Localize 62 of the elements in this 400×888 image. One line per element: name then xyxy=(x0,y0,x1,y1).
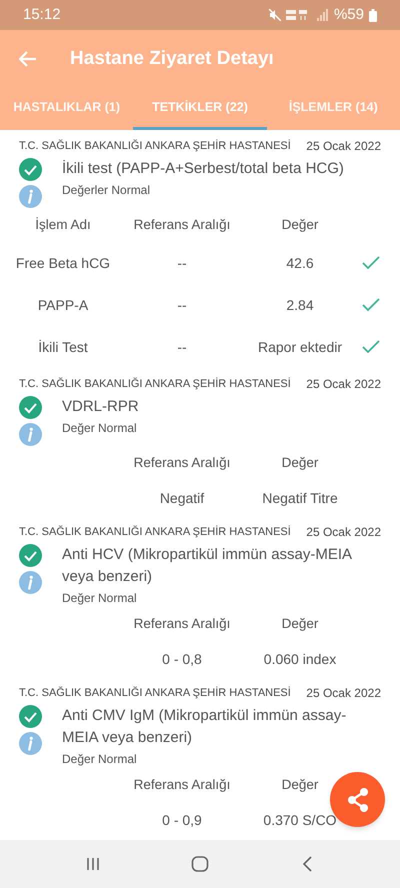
table-cell-text: 0.060 index xyxy=(262,650,338,668)
tab[interactable]: HASTALIKLAR (1) xyxy=(0,88,134,130)
arrow-left-icon xyxy=(19,51,37,67)
test-title: VDRL-RPR xyxy=(62,397,139,417)
table-cell-text: -- xyxy=(176,338,188,356)
info-icon[interactable] xyxy=(19,185,42,208)
column-header: Değer xyxy=(280,614,320,633)
table-cell-text: Rapor ektedir xyxy=(256,338,344,357)
test-title: Anti HCV (Mikropartikül immün assay-MEIA veya benzeri) xyxy=(62,545,353,587)
table-cell-text: -- xyxy=(176,254,188,272)
battery-icon xyxy=(369,8,377,22)
info-icon[interactable] xyxy=(19,571,42,594)
column-header: Değer xyxy=(280,454,320,472)
test-title: Anti CMV IgM (Mikropartikül immün assay-MEIA veya benzeri) xyxy=(62,706,348,748)
table-cell-text: Free Beta hCG xyxy=(14,254,112,272)
column-header: Referans Aralığı xyxy=(132,216,232,234)
result-date: 25 Ocak 2022 xyxy=(306,376,381,393)
hospital-name: T.C. SAĞLIK BAKANLIĞI ANKARA ŞEHİR HASTANESİ xyxy=(19,138,291,154)
table-cell-text: 2.84 xyxy=(285,296,315,314)
three-lines-icon xyxy=(85,856,102,872)
status-text: Değer Normal xyxy=(62,590,138,607)
result-date: 25 Ocak 2022 xyxy=(306,685,381,702)
hospital-name: T.C. SAĞLIK BAKANLIĞI ANKARA ŞEHİR HASTANESİ xyxy=(19,376,291,392)
chevron-left-icon xyxy=(300,855,313,873)
signal-icon xyxy=(316,9,329,21)
column-header: Referans Aralığı xyxy=(132,454,232,472)
result-date: 25 Ocak 2022 xyxy=(306,524,381,541)
column-header: İşlem Adı xyxy=(34,216,92,234)
table-cell-text: PAPP-A xyxy=(36,296,90,314)
table-cell-text: 42.6 xyxy=(285,254,315,272)
hospital-name: T.C. SAĞLIK BAKANLIĞI ANKARA ŞEHİR HASTANESİ xyxy=(19,524,291,540)
status-text: Değerler Normal xyxy=(62,182,152,199)
column-header: Referans Aralığı xyxy=(132,776,232,794)
table-cell-text: -- xyxy=(176,296,188,314)
table-cell-text: 0 - 0,9 xyxy=(161,810,203,830)
screen-title: Hastane Ziyaret Detayı xyxy=(70,46,274,71)
table-cell-text: İkili Test xyxy=(37,338,89,356)
share-icon xyxy=(346,786,370,812)
table-cell-text: Negatif Titre xyxy=(261,488,339,508)
tab[interactable]: TETKİKLER (22) xyxy=(133,88,267,130)
clock-time: 15:12 xyxy=(23,4,61,25)
mute-icon xyxy=(268,9,281,21)
test-title: İkili test (PAPP-A+Serbest/total beta HCG) xyxy=(62,159,344,179)
table-cell-text: 0 - 0,8 xyxy=(161,650,203,668)
rounded-square-icon xyxy=(190,855,209,873)
column-header: Değer xyxy=(280,216,320,234)
tab[interactable]: İŞLEMLER (14) xyxy=(266,88,400,130)
info-icon[interactable] xyxy=(19,732,42,755)
status-text: Değer Normal xyxy=(62,751,138,768)
hospital-name: T.C. SAĞLIK BAKANLIĞI ANKARA ŞEHİR HASTANESİ xyxy=(19,686,291,701)
battery-percent: %59 xyxy=(334,4,364,25)
result-date: 25 Ocak 2022 xyxy=(306,138,381,155)
check-circle-icon xyxy=(19,705,42,728)
check-circle-icon xyxy=(19,544,42,567)
table-cell-text: Negatif xyxy=(158,488,206,508)
info-icon[interactable] xyxy=(19,423,42,446)
table-cell-text: 0.370 S/CO xyxy=(262,810,338,830)
check-circle-icon xyxy=(19,158,42,181)
column-header: Değer xyxy=(280,776,320,794)
check-circle-icon xyxy=(19,396,42,419)
column-header: Referans Aralığı xyxy=(132,614,232,633)
status-text: Değer Normal xyxy=(62,420,138,437)
